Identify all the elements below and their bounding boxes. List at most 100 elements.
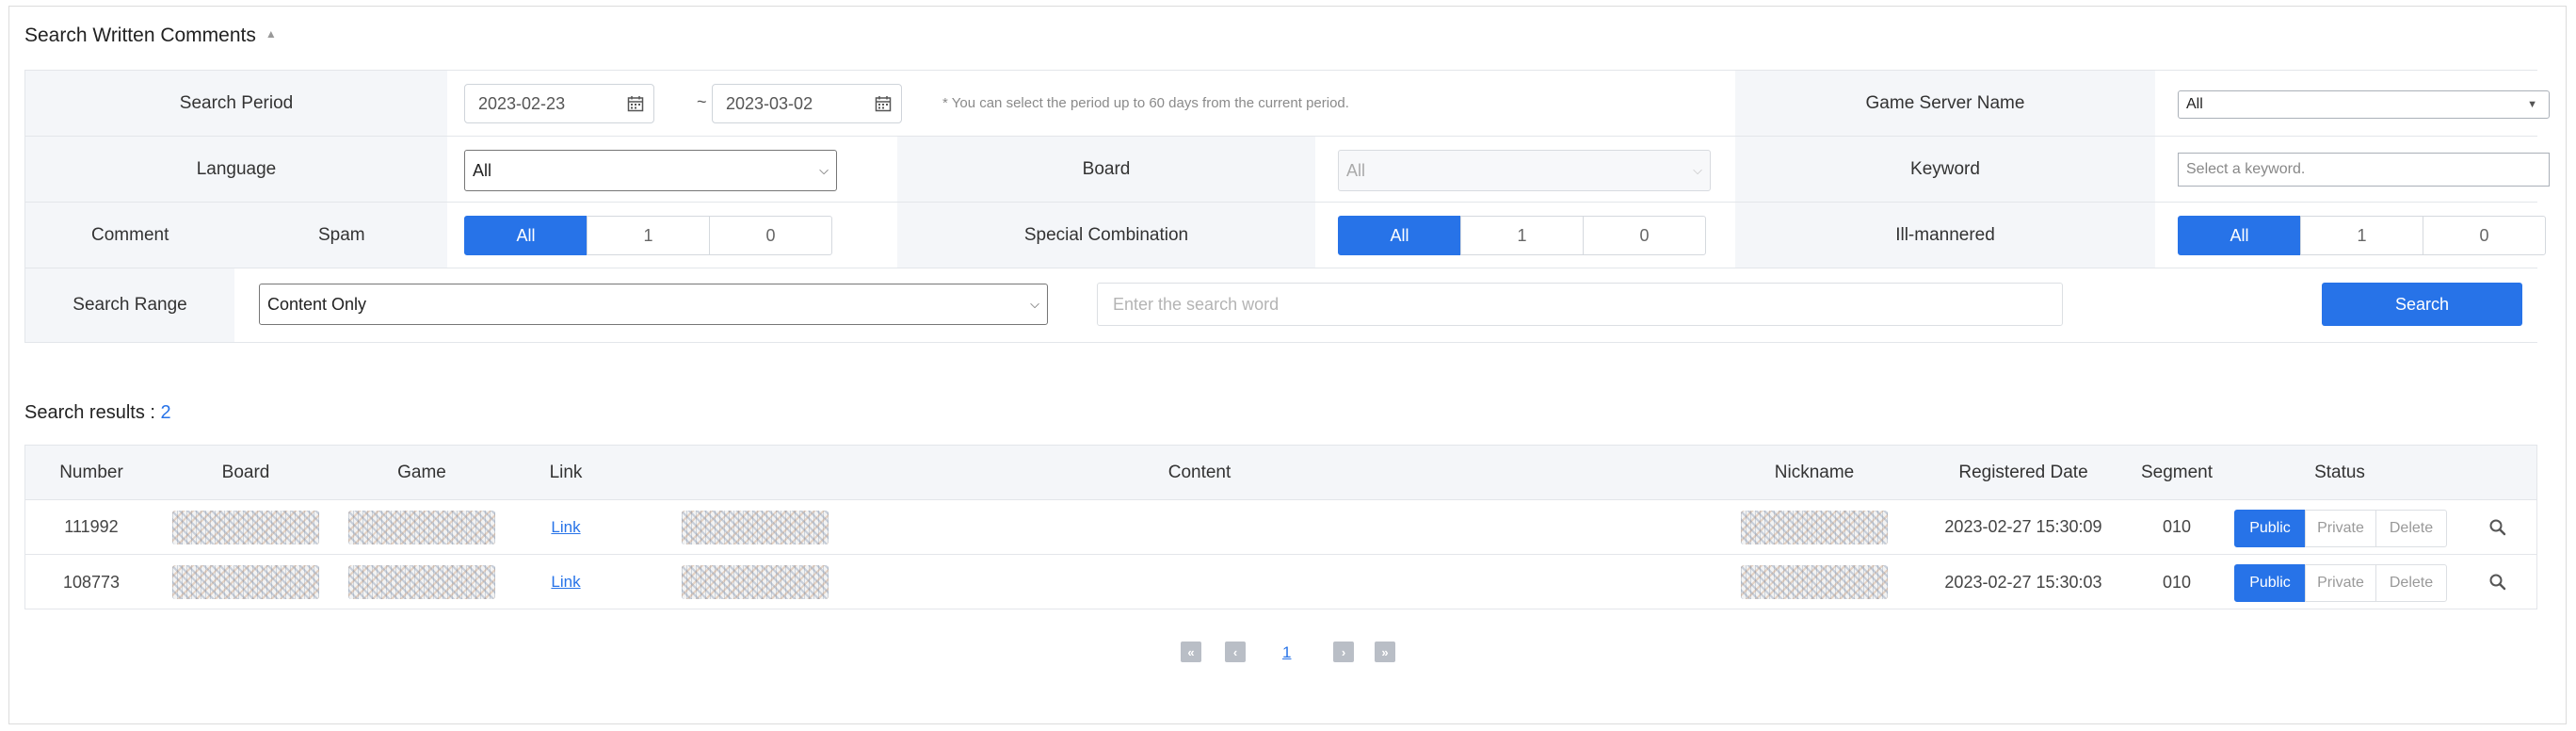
next-page-icon[interactable]: ›: [1333, 642, 1354, 662]
spam-option-1[interactable]: 1: [587, 216, 710, 255]
spam-option-0[interactable]: 0: [709, 216, 832, 255]
search-range-label: Search Range: [25, 268, 234, 342]
spam-label: Spam: [318, 224, 365, 245]
col-content: Content: [1167, 462, 1232, 482]
row-number: 108773: [62, 572, 121, 592]
redacted-nickname: [1741, 565, 1888, 599]
table-row: 108773 Link 2023-02-27 15:30:03 010 Publ…: [25, 555, 2536, 609]
row-game: [334, 500, 509, 554]
redacted-nickname: [1741, 510, 1888, 544]
special-option-1[interactable]: 1: [1460, 216, 1584, 255]
ill-mannered-option-all[interactable]: All: [2178, 216, 2301, 255]
row-segment: 010: [2162, 572, 2192, 592]
row-status-toggle: Public Private Delete: [2234, 564, 2447, 602]
col-nickname: Nickname: [1774, 462, 1855, 482]
collapse-caret-icon[interactable]: ▲: [266, 27, 277, 41]
keyword-placeholder: Select a keyword.: [2186, 161, 2306, 177]
chevron-down-icon: ⌵: [1693, 163, 1702, 177]
row-link[interactable]: Link: [551, 518, 580, 537]
search-range-value: Content Only: [267, 294, 367, 314]
date-separator: ~: [697, 92, 707, 111]
search-period-label: Search Period: [25, 71, 447, 136]
language-value: All: [473, 160, 492, 180]
date-to-input[interactable]: 2023-03-02: [712, 84, 902, 123]
search-filters: Search Period 2023-02-23 ~ 2023-03-02 * …: [24, 70, 2550, 343]
row-link[interactable]: Link: [551, 573, 580, 592]
search-word-input[interactable]: Enter the search word: [1097, 283, 2063, 326]
ill-mannered-option-0[interactable]: 0: [2423, 216, 2546, 255]
row-status-toggle: Public Private Delete: [2234, 510, 2447, 547]
search-icon[interactable]: [2488, 518, 2507, 537]
status-public-button[interactable]: Public: [2234, 564, 2306, 602]
comment-label: Comment: [91, 224, 169, 245]
row-date: 2023-02-27 15:30:03: [1944, 572, 2102, 592]
search-range-select[interactable]: Content Only ⌵: [259, 284, 1048, 325]
game-server-select[interactable]: All ▼: [2178, 90, 2550, 119]
row-nickname: [1698, 500, 1931, 554]
keyword-label: Keyword: [1735, 137, 2155, 202]
ill-mannered-option-1[interactable]: 1: [2300, 216, 2423, 255]
col-link: Link: [549, 462, 583, 482]
status-private-button[interactable]: Private: [2305, 564, 2376, 602]
date-from-value: 2023-02-23: [478, 93, 566, 113]
spam-option-all[interactable]: All: [464, 216, 588, 255]
results-count: 2: [160, 402, 171, 423]
ill-mannered-cell: All 1 0: [2155, 203, 2546, 268]
calendar-icon[interactable]: [875, 95, 892, 112]
redacted-content: [682, 565, 829, 599]
period-note: * You can select the period up to 60 day…: [942, 95, 1349, 111]
redacted-game: [348, 510, 495, 544]
row-number: 111992: [64, 517, 119, 536]
status-delete-button[interactable]: Delete: [2375, 564, 2447, 602]
search-results-label: Search results : 2: [24, 402, 171, 424]
prev-page-icon[interactable]: ‹: [1225, 642, 1246, 662]
redacted-game: [348, 565, 495, 599]
first-page-icon[interactable]: «: [1181, 642, 1201, 662]
keyword-input[interactable]: Select a keyword.: [2178, 153, 2550, 187]
row-segment: 010: [2162, 517, 2192, 536]
row-date: 2023-02-27 15:30:09: [1944, 517, 2102, 536]
redacted-board: [172, 510, 319, 544]
special-option-0[interactable]: 0: [1583, 216, 1706, 255]
special-option-all[interactable]: All: [1338, 216, 1461, 255]
status-delete-button[interactable]: Delete: [2375, 510, 2447, 547]
special-combination-toggle: All 1 0: [1338, 216, 1706, 255]
col-number: Number: [59, 462, 123, 482]
board-cell: All ⌵: [1315, 137, 1735, 202]
search-button[interactable]: Search: [2322, 283, 2522, 326]
search-icon[interactable]: [2488, 573, 2507, 592]
row-link-cell: Link: [509, 555, 622, 609]
row-board: [157, 555, 334, 609]
special-combination-label: Special Combination: [897, 203, 1315, 268]
row-game: [334, 555, 509, 609]
language-select[interactable]: All ⌵: [464, 150, 837, 191]
row-link-cell: Link: [509, 500, 622, 554]
page-title[interactable]: Search Written Comments ▲: [24, 24, 277, 47]
spam-toggle: All 1 0: [464, 216, 832, 255]
board-label: Board: [897, 137, 1315, 202]
ill-mannered-label: Ill-mannered: [1735, 203, 2155, 268]
row-content: [628, 555, 882, 609]
results-label-text: Search results :: [24, 402, 161, 423]
page-number-current[interactable]: 1: [1282, 643, 1291, 662]
col-registered-date: Registered Date: [1958, 462, 2088, 482]
ill-mannered-toggle: All 1 0: [2178, 216, 2546, 255]
board-select: All ⌵: [1338, 150, 1711, 191]
redacted-content: [682, 510, 829, 544]
comment-spam-label-cell: Comment Spam: [25, 203, 447, 268]
filter-row-comment: Comment Spam All 1 0 Special Combination…: [25, 203, 2546, 268]
status-public-button[interactable]: Public: [2234, 510, 2306, 547]
date-to-value: 2023-03-02: [726, 93, 813, 113]
dropdown-arrow-icon: ▼: [2527, 99, 2537, 110]
row-content: [628, 500, 882, 554]
status-private-button[interactable]: Private: [2305, 510, 2376, 547]
date-from-input[interactable]: 2023-02-23: [464, 84, 654, 123]
game-server-cell: All ▼: [2155, 71, 2550, 136]
calendar-icon[interactable]: [627, 95, 644, 112]
col-segment: Segment: [2140, 462, 2214, 482]
special-cell: All 1 0: [1315, 203, 1735, 268]
col-status: Status: [2314, 462, 2365, 482]
board-value: All: [1346, 160, 1366, 180]
search-period-cell: 2023-02-23 ~ 2023-03-02 * You can select…: [447, 71, 1735, 136]
last-page-icon[interactable]: »: [1375, 642, 1395, 662]
